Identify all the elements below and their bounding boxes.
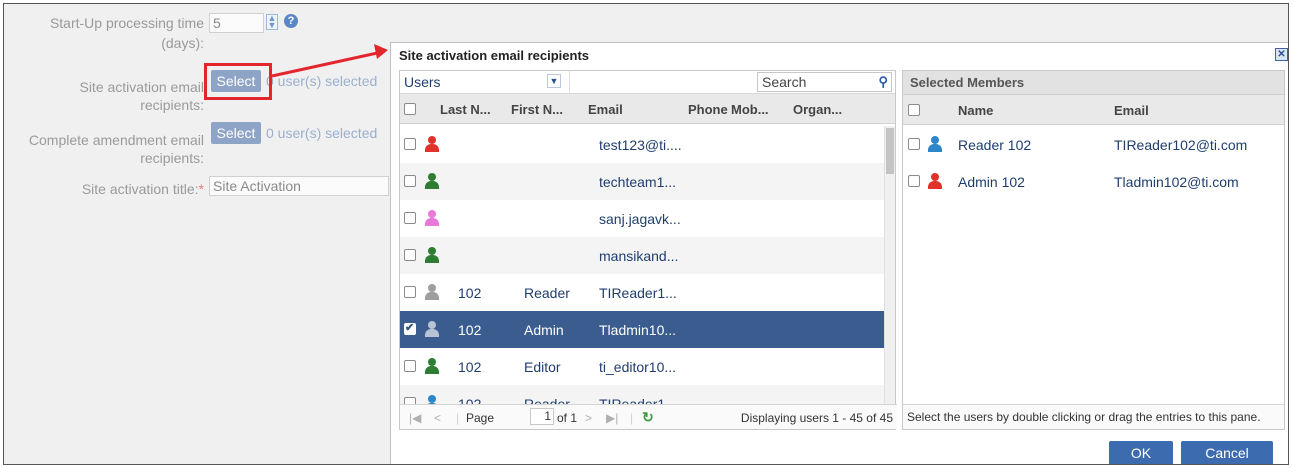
dialog-title: Site activation email recipients ✕ [391, 43, 1288, 69]
close-icon[interactable]: ✕ [1275, 48, 1288, 61]
cell-email: sanj.jagavk... [599, 211, 681, 227]
cell-email: TIReader1... [599, 285, 677, 301]
user-icon [425, 284, 439, 300]
dialog-title-text: Site activation email recipients [399, 48, 590, 63]
row-checkbox[interactable] [404, 175, 416, 187]
next-page-icon[interactable]: > [585, 411, 592, 425]
amendment-email-label-2: recipients: [140, 150, 204, 166]
cell-email: Tladmin102@ti.com [1114, 174, 1239, 190]
activation-title-label: Site activation title:* [81, 181, 204, 197]
search-icon[interactable]: ⚲ [878, 74, 888, 90]
col-email[interactable]: Email [588, 102, 623, 117]
pager: |◀ < | Page 1 of 1 > ▶| | ↻ Displaying u… [400, 404, 897, 429]
table-row[interactable]: 102 Reader TIReader1... [400, 385, 886, 405]
row-checkbox[interactable] [908, 138, 920, 150]
user-icon [425, 173, 439, 189]
cell-last-name: 102 [458, 285, 482, 301]
row-checkbox[interactable] [404, 249, 416, 261]
amendment-selected-count: 0 user(s) selected [266, 125, 378, 141]
user-type-dropdown[interactable]: Users ▼ [400, 71, 570, 93]
col-selected-email[interactable]: Email [1114, 103, 1149, 118]
selected-members-header: Selected Members [903, 71, 1284, 95]
cell-email: TIReader102@ti.com [1114, 137, 1248, 153]
amendment-select-button[interactable]: Select [211, 122, 261, 144]
cell-name: Reader 102 [958, 137, 1032, 153]
annotation-arrow [271, 44, 388, 78]
cell-email: Tladmin10... [599, 322, 677, 338]
user-icon [928, 136, 942, 152]
selected-row[interactable]: Reader 102 TIReader102@ti.com [903, 126, 1284, 163]
user-icon [425, 247, 439, 263]
col-mobile[interactable]: Mob... [731, 102, 769, 117]
table-row[interactable]: mansikand... [400, 237, 886, 274]
cell-email: techteam1... [599, 174, 677, 190]
table-row[interactable]: 102 Admin Tladmin10... [400, 311, 886, 348]
col-phone[interactable]: Phone [688, 102, 728, 117]
pager-divider: | [456, 411, 460, 425]
cell-email: ti_editor10... [599, 359, 677, 375]
prev-page-icon[interactable]: < [434, 411, 441, 425]
selected-grid-header: Name Email [903, 95, 1284, 125]
row-checkbox[interactable] [404, 138, 416, 150]
cell-last-name: 102 [458, 322, 482, 338]
pager-divider-2: | [630, 411, 634, 425]
selected-select-all-checkbox[interactable] [908, 104, 920, 116]
activation-title-input[interactable]: Site Activation [209, 176, 389, 196]
user-icon [425, 358, 439, 374]
first-page-icon[interactable]: |◀ [409, 411, 421, 425]
page-label: Page [466, 411, 495, 425]
row-checkbox[interactable] [404, 360, 416, 372]
refresh-icon[interactable]: ↻ [642, 409, 654, 426]
amendment-email-label: Complete amendment email [28, 132, 204, 148]
chevron-down-icon[interactable]: ▼ [547, 74, 561, 88]
scroll-thumb[interactable] [886, 128, 894, 174]
col-last-name[interactable]: Last N... [440, 102, 491, 117]
cell-name: Admin 102 [958, 174, 1025, 190]
col-name[interactable]: Name [958, 103, 993, 118]
user-icon [425, 136, 439, 152]
table-row[interactable]: techteam1... [400, 163, 886, 200]
col-first-name[interactable]: First N... [511, 102, 563, 117]
drag-hint: Select the users by double clicking or d… [903, 404, 1284, 429]
recipients-dialog: Site activation email recipients ✕ Users… [390, 42, 1288, 464]
ok-button[interactable]: OK [1109, 441, 1173, 464]
selected-grid-body: Reader 102 TIReader102@ti.com Admin 102 Tla… [903, 126, 1284, 406]
grid-scrollbar[interactable] [884, 126, 895, 405]
user-icon [928, 173, 942, 189]
table-row[interactable]: 102 Editor ti_editor10... [400, 348, 886, 385]
cancel-button[interactable]: Cancel [1181, 441, 1273, 464]
row-checkbox[interactable] [404, 321, 416, 335]
page-of-label: of 1 [557, 411, 578, 425]
display-count: Displaying users 1 - 45 of 45 [740, 411, 893, 425]
table-row[interactable]: test123@ti.... [400, 126, 886, 163]
last-page-icon[interactable]: ▶| [606, 411, 618, 425]
table-row[interactable]: 102 Reader TIReader1... [400, 274, 886, 311]
page-input[interactable]: 1 [530, 408, 554, 425]
page-frame: Start-Up processing time (days): 5 ▲ ▼ ? … [3, 3, 1289, 465]
selected-members-panel: Selected Members Name Email Reader 102 TI… [902, 70, 1285, 430]
cell-first-name: Reader [524, 285, 570, 301]
selected-row[interactable]: Admin 102 Tladmin102@ti.com [903, 163, 1284, 200]
grid-toolbar: Users ▼ Search ⚲ [400, 71, 895, 94]
cell-last-name: 102 [458, 359, 482, 375]
row-checkbox[interactable] [908, 175, 920, 187]
select-all-checkbox[interactable] [404, 103, 416, 115]
user-icon [425, 210, 439, 226]
cell-first-name: Admin [524, 322, 564, 338]
row-checkbox[interactable] [404, 212, 416, 224]
table-row[interactable]: sanj.jagavk... [400, 200, 886, 237]
cell-email: mansikand... [599, 248, 679, 264]
grid-body: test123@ti.... techteam1... sanj.jagavk...… [400, 126, 886, 405]
cell-first-name: Editor [524, 359, 561, 375]
user-type-value: Users [404, 74, 441, 90]
user-icon [425, 321, 439, 337]
cell-email: test123@ti.... [599, 137, 682, 153]
search-input[interactable]: Search [762, 74, 806, 90]
search-field[interactable]: Search ⚲ [757, 72, 892, 92]
users-grid-panel: Users ▼ Search ⚲ Last N... First N... Em… [399, 70, 897, 430]
grid-header: Last N... First N... Email Phone Mob... … [400, 94, 895, 124]
col-organization[interactable]: Organ... [793, 102, 842, 117]
row-checkbox[interactable] [404, 286, 416, 298]
